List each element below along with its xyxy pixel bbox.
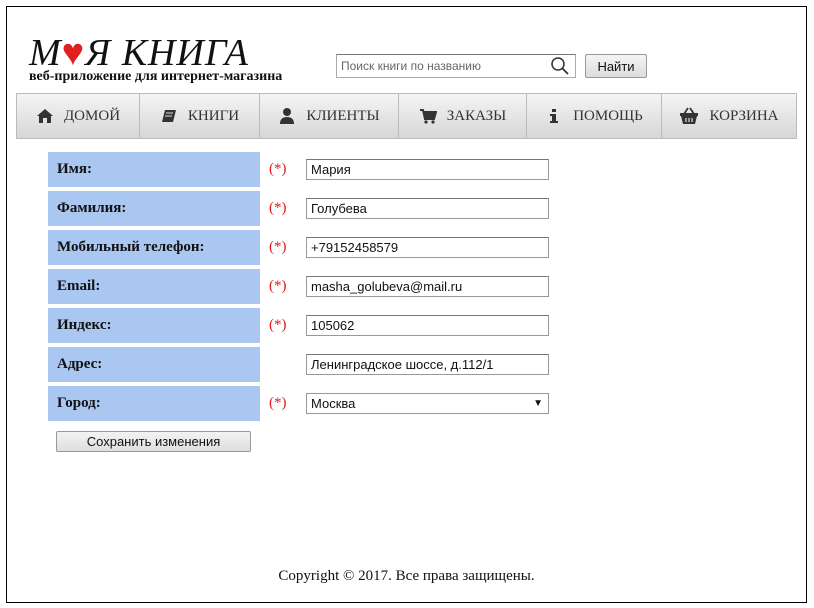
field-label: Адрес: [48, 347, 260, 382]
nav-label: КНИГИ [187, 107, 240, 124]
search-input[interactable] [337, 55, 542, 77]
form-row-last-name: Фамилия: (*) [48, 191, 568, 226]
basket-icon [680, 107, 699, 124]
required-mark: (*) [269, 239, 287, 255]
logo[interactable]: М♥Я КНИГА веб-приложение для интернет-ма… [29, 32, 282, 84]
nav-item-help[interactable]: ПОМОЩЬ [527, 94, 662, 138]
form-row-phone: Мобильный телефон: (*) [48, 230, 568, 265]
form-row-email: Email: (*) [48, 269, 568, 304]
nav-label: КЛИЕНТЫ [306, 107, 380, 124]
caret-down-icon: ▼ [533, 398, 543, 409]
search-box [336, 54, 576, 78]
field-label: Фамилия: [48, 191, 260, 226]
form-row-city: Город: (*) Москва ▼ [48, 386, 568, 421]
nav-label: ДОМОЙ [63, 107, 121, 124]
form-row-address: Адрес: [48, 347, 568, 382]
info-icon [550, 109, 559, 123]
nav-item-clients[interactable]: КЛИЕНТЫ [260, 94, 399, 138]
logo-subtitle: веб-приложение для интернет-магазина [29, 69, 283, 84]
nav-label: ЗАКАЗЫ [446, 107, 507, 124]
zip-field[interactable] [306, 315, 549, 336]
required-mark: (*) [269, 200, 287, 216]
first-name-field[interactable] [306, 159, 549, 180]
heart-icon: ♥ [61, 32, 86, 74]
last-name-field[interactable] [306, 198, 549, 219]
email-field[interactable] [306, 276, 549, 297]
client-form: Имя: (*) Фамилия: (*) Мобильный телефон:… [48, 152, 568, 425]
logo-title: М♥Я КНИГА [29, 32, 249, 74]
form-row-first-name: Имя: (*) [48, 152, 568, 187]
footer-copyright: Copyright © 2017. Все права защищены. [278, 568, 535, 584]
field-label: Email: [48, 269, 260, 304]
book-icon [161, 110, 176, 122]
search-icon[interactable] [549, 56, 571, 76]
nav-label: ПОМОЩЬ [573, 107, 643, 124]
page-frame: М♥Я КНИГА веб-приложение для интернет-ма… [6, 6, 807, 603]
phone-field[interactable] [306, 237, 549, 258]
nav-item-books[interactable]: КНИГИ [140, 94, 260, 138]
find-button[interactable]: Найти [585, 54, 647, 78]
required-mark: (*) [269, 278, 287, 294]
field-label: Город: [48, 386, 260, 421]
nav-label: КОРЗИНА [709, 107, 779, 124]
nav-item-home[interactable]: ДОМОЙ [17, 94, 140, 138]
home-icon [36, 109, 53, 123]
field-label: Имя: [48, 152, 260, 187]
city-select[interactable]: Москва ▼ [306, 393, 549, 414]
required-mark: (*) [269, 317, 287, 333]
address-field[interactable] [306, 354, 549, 375]
field-label: Индекс: [48, 308, 260, 343]
main-nav: ДОМОЙ КНИГИ КЛИЕНТЫ ЗАКАЗЫ ПОМОЩЬ КОРЗИН… [16, 93, 797, 139]
user-icon [280, 108, 295, 124]
form-row-zip: Индекс: (*) [48, 308, 568, 343]
cart-icon [419, 109, 437, 124]
city-select-value: Москва [311, 396, 356, 411]
nav-item-cart[interactable]: КОРЗИНА [662, 94, 796, 138]
required-mark: (*) [269, 395, 287, 411]
save-changes-button[interactable]: Сохранить изменения [56, 431, 251, 452]
nav-item-orders[interactable]: ЗАКАЗЫ [399, 94, 527, 138]
required-mark: (*) [269, 161, 287, 177]
field-label: Мобильный телефон: [48, 230, 260, 265]
